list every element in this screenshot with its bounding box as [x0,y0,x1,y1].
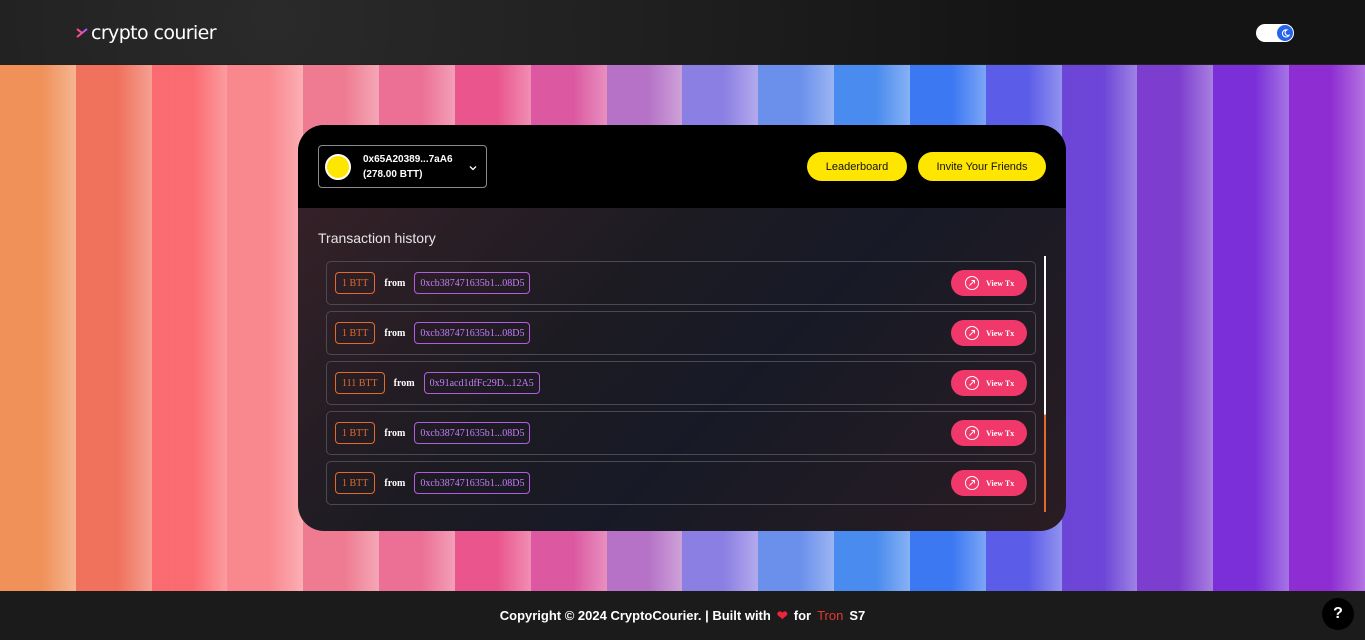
top-header: crypto courier [0,0,1365,65]
wallet-address: 0x65A20389...7aA6 [363,153,453,165]
tx-sender-address[interactable]: 0x91acd1dfFc29D...12A5 [423,372,540,394]
wallet-info: 0x65A20389...7aA6 (278.00 BTT) [363,152,453,182]
view-tx-label: View Tx [986,278,1015,288]
view-tx-button[interactable]: View Tx [951,320,1027,346]
link-icon [965,426,979,440]
copyright-text: Copyright © 2024 CryptoCourier. | Built … [499,608,771,623]
wallet-selector[interactable]: 0x65A20389...7aA6 (278.00 BTT) [318,145,487,188]
link-icon [965,326,979,340]
view-tx-button[interactable]: View Tx [951,470,1027,496]
tx-amount: 1 BTT [335,472,376,494]
background-stripe [151,65,228,591]
tron-link[interactable]: Tron [817,608,843,623]
link-icon [965,476,979,490]
footer: Copyright © 2024 CryptoCourier. | Built … [0,591,1365,640]
theme-toggle[interactable] [1256,24,1294,42]
background-stripe [1289,65,1365,591]
moon-icon [1277,25,1293,41]
transaction-card: 0x65A20389...7aA6 (278.00 BTT) Leaderboa… [298,125,1066,531]
tx-from-label: from [393,377,415,389]
link-icon [965,276,979,290]
tx-amount: 1 BTT [335,322,376,344]
view-tx-button[interactable]: View Tx [951,370,1027,396]
background-stripe [227,65,304,591]
view-tx-label: View Tx [986,428,1015,438]
wallet-balance: (278.00 BTT) [363,168,423,180]
leaderboard-button[interactable]: Leaderboard [807,152,907,181]
logo-icon [76,27,88,39]
heart-icon: ❤ [776,607,788,623]
view-tx-label: View Tx [986,328,1015,338]
tx-sender-address[interactable]: 0xcb387471635b1...08D5 [414,422,531,444]
transaction-row: 111 BTT from 0x91acd1dfFc29D...12A5 View… [326,361,1036,405]
tx-from-label: from [384,327,406,339]
transaction-row: 1 BTT from 0xcb387471635b1...08D5 View T… [326,311,1036,355]
transaction-row: 1 BTT from 0xcb387471635b1...08D5 View T… [326,411,1036,455]
brand-name: crypto courier [91,22,217,44]
background-stripe [1213,65,1290,591]
tx-from-label: from [384,277,406,289]
transaction-row: 1 BTT from 0xcb387471635b1...08D5 View T… [326,261,1036,305]
view-tx-label: View Tx [986,378,1015,388]
help-button[interactable]: ? [1322,598,1354,630]
tx-amount: 111 BTT [335,372,385,394]
transaction-history-title: Transaction history [318,230,436,246]
view-tx-button[interactable]: View Tx [951,420,1027,446]
tx-sender-address[interactable]: 0xcb387471635b1...08D5 [414,472,531,494]
background-stripe [0,65,76,591]
footer-for: for [793,608,812,623]
view-tx-label: View Tx [986,478,1015,488]
transaction-row: 1 BTT from 0xcb387471635b1...08D5 View T… [326,461,1036,505]
tx-amount: 1 BTT [335,422,376,444]
card-header: 0x65A20389...7aA6 (278.00 BTT) Leaderboa… [298,125,1066,208]
brand-logo[interactable]: crypto courier [76,22,217,44]
view-tx-button[interactable]: View Tx [951,270,1027,296]
wallet-coin-icon [325,153,351,180]
background-stripe [1137,65,1214,591]
tx-sender-address[interactable]: 0xcb387471635b1...08D5 [414,322,531,344]
footer-suffix: S7 [849,608,866,623]
scrollbar[interactable] [1044,256,1046,512]
invite-friends-button[interactable]: Invite Your Friends [918,152,1046,181]
chevron-down-icon [468,160,478,178]
tx-from-label: from [384,477,406,489]
background-stripe [75,65,152,591]
background-stripe [1061,65,1138,591]
link-icon [965,376,979,390]
tx-amount: 1 BTT [335,272,376,294]
tx-sender-address[interactable]: 0xcb387471635b1...08D5 [414,272,531,294]
transaction-list: 1 BTT from 0xcb387471635b1...08D5 View T… [326,261,1036,511]
tx-from-label: from [384,427,406,439]
